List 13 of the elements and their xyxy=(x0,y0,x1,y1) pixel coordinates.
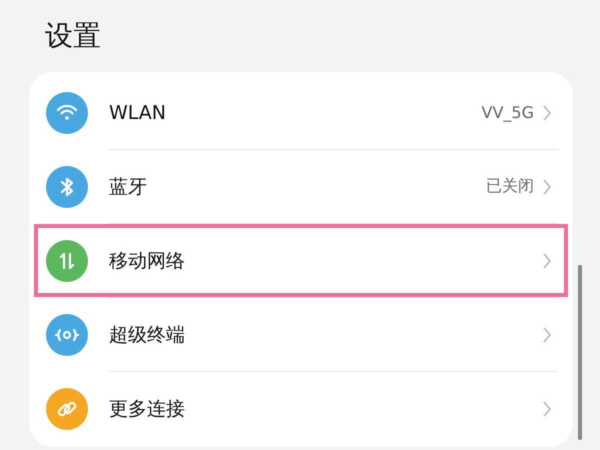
item-value: 已关闭 xyxy=(486,176,534,197)
item-label: 超级终端 xyxy=(109,322,186,348)
settings-item[interactable]: 蓝牙 已关闭 xyxy=(34,150,568,223)
settings-item[interactable]: 超级终端 xyxy=(34,298,568,371)
item-label: 移动网络 xyxy=(109,248,186,274)
item-label: 更多连接 xyxy=(109,396,186,422)
item-label: 蓝牙 xyxy=(109,174,148,200)
settings-item[interactable]: WLAN VV_5G xyxy=(34,76,568,149)
settings-item[interactable]: 更多连接 xyxy=(34,372,568,445)
item-label: WLAN xyxy=(109,102,168,124)
page-title: 设置 xyxy=(45,18,102,54)
settings-item[interactable]: 移动网络 xyxy=(34,224,568,297)
item-value: VV_5G xyxy=(482,103,534,122)
